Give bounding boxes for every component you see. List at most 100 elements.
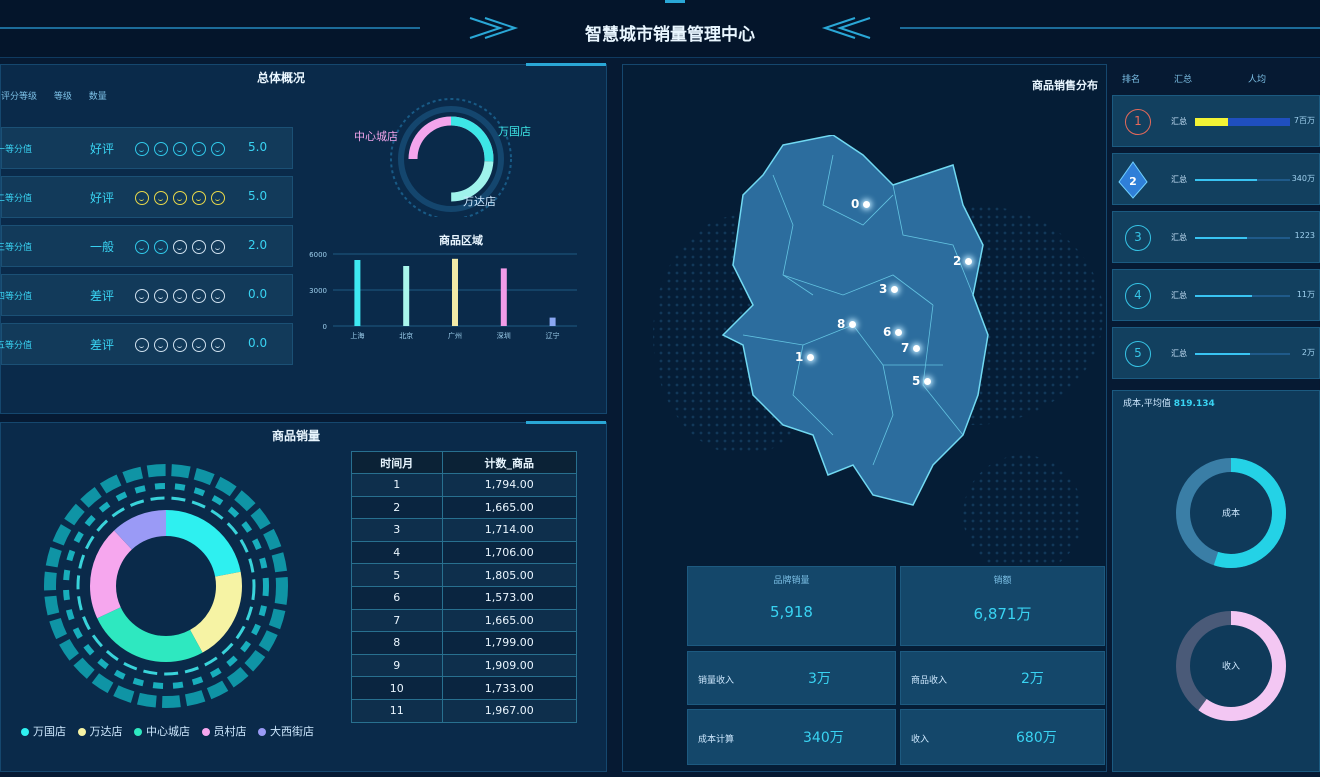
brand-sales-value: 5,918 xyxy=(770,603,813,621)
store-ring-label-center: 中心城店 xyxy=(354,130,398,143)
table-row: 11 1,967.00 xyxy=(351,698,577,723)
rating-tier: 一等分值 xyxy=(0,145,33,155)
rank-value: 340万 xyxy=(1291,174,1315,183)
rank-value: 7百万 xyxy=(1293,116,1315,125)
cost-average-text: 成本,平均值 819.134 xyxy=(1123,396,1215,409)
month-cell: 2 xyxy=(351,495,443,520)
map-pin-icon[interactable] xyxy=(849,321,856,328)
smiley-icon xyxy=(135,240,149,254)
store-ring-chart xyxy=(390,98,512,217)
header-accent xyxy=(665,0,685,3)
ranking-row: 5 汇总 2万 xyxy=(1112,327,1320,379)
cost-average-value: 819.134 xyxy=(1173,399,1215,409)
map-pin-icon[interactable] xyxy=(807,354,814,361)
rating-row: 三等分值 一般 2.0 xyxy=(0,225,293,267)
page-title: 智慧城市销量管理中心 xyxy=(585,25,755,45)
count-cell: 1,733.00 xyxy=(441,676,577,700)
month-cell: 4 xyxy=(351,540,443,565)
rank-badge: 4 xyxy=(1125,283,1151,309)
ranking-header-rank: 排名 xyxy=(1122,75,1141,85)
map-region-label: 3 xyxy=(879,282,888,296)
smiley-icon xyxy=(173,240,187,254)
rating-score: 5.0 xyxy=(248,189,268,203)
legend-item: 大西街店 xyxy=(258,725,314,738)
column-header-count: 数量 xyxy=(88,92,107,102)
donut-legend: 万国店 万达店 中心城店 员村店 大西街店 xyxy=(21,723,314,739)
month-cell: 5 xyxy=(351,563,443,587)
map-pin-icon[interactable] xyxy=(965,258,972,265)
region-map xyxy=(721,135,989,506)
y-tick-label: 0 xyxy=(323,323,327,331)
count-cell: 1,573.00 xyxy=(441,585,577,610)
goods-income-value: 2万 xyxy=(1021,671,1044,687)
count-cell: 1,706.00 xyxy=(441,540,577,565)
store-ring-label-wanda: 万达店 xyxy=(463,195,496,208)
month-cell: 11 xyxy=(351,698,443,723)
monthly-sales-table: 时间月 计数_商品 1 1,794.00 2 1,665.00 3 1,714.00 4 1,… xyxy=(351,451,577,723)
smiley-icon xyxy=(173,191,187,205)
store-ring-label-wanguo: 万国店 xyxy=(498,125,531,138)
month-cell: 3 xyxy=(351,518,443,542)
rank-value: 2万 xyxy=(1301,348,1315,357)
monthly-sales-table-container[interactable]: 时间月 计数_商品 1 1,794.00 2 1,665.00 3 1,714.00 4 1,… xyxy=(351,451,577,733)
cost-card: 成本计算 340万 xyxy=(687,709,896,765)
count-cell: 1,967.00 xyxy=(441,698,577,723)
smiley-icon xyxy=(192,289,206,303)
bar xyxy=(403,266,410,326)
x-tick-label: 北京 xyxy=(399,331,413,340)
region-bar-chart: 0 3000 6000 上海 北京 广州 深圳 辽宁 xyxy=(309,251,577,340)
rating-faces xyxy=(135,239,230,258)
income-value: 680万 xyxy=(1016,730,1057,746)
ranking-header-avg: 人均 xyxy=(1248,75,1267,85)
bar xyxy=(452,258,458,326)
ranking-header-total: 汇总 xyxy=(1174,75,1193,85)
overview-panel: 总体概况 评分等级 等级 数量 中心城店 万国店 万达店 商品区域 0 3000 6… xyxy=(0,63,607,414)
rating-row: 五等分值 差评 0.0 xyxy=(0,323,293,365)
rank-label: 汇总 xyxy=(1171,233,1187,242)
map-province-shape xyxy=(721,135,989,506)
map-pin-icon[interactable] xyxy=(891,286,898,293)
map-title: 商品销售分布 xyxy=(1032,79,1098,92)
brand-sales-label: 品牌销量 xyxy=(773,576,810,586)
store-donut-chart xyxy=(44,464,288,708)
table-row: 7 1,665.00 xyxy=(351,608,577,633)
table-row: 9 1,909.00 xyxy=(351,653,577,678)
count-cell: 1,794.00 xyxy=(441,473,577,497)
ranking-row: 1 汇总 7百万 xyxy=(1112,95,1320,147)
map-region-label: 7 xyxy=(901,341,910,355)
map-pin-icon[interactable] xyxy=(863,201,870,208)
rating-row: 四等分值 差评 0.0 xyxy=(0,274,293,316)
map-pin-icon[interactable] xyxy=(913,345,920,352)
map-region-label: 5 xyxy=(912,374,921,388)
ranking-row: 2 汇总 340万 xyxy=(1112,153,1320,205)
rank-label: 汇总 xyxy=(1171,117,1187,126)
rank-bar-fill xyxy=(1195,295,1252,297)
month-cell: 10 xyxy=(351,676,443,700)
svg-text:2: 2 xyxy=(1129,175,1137,188)
rating-score: 0.0 xyxy=(248,336,268,350)
count-cell: 1,665.00 xyxy=(441,608,577,633)
smiley-icon xyxy=(154,289,168,303)
sales-income-value: 3万 xyxy=(808,671,831,687)
table-row: 2 1,665.00 xyxy=(351,495,577,520)
income-card: 收入 680万 xyxy=(900,709,1105,765)
rating-tier: 二等分值 xyxy=(0,194,33,204)
map-panel: 商品销售分布 品牌销量 5,918 销额 6,871万 销量收入 3万 商品收入 xyxy=(622,64,1107,772)
rating-faces xyxy=(135,190,230,209)
map-pin-icon[interactable] xyxy=(924,378,931,385)
month-cell: 7 xyxy=(351,608,443,633)
decorative-ring xyxy=(44,464,288,708)
legend-item: 万达店 xyxy=(77,725,123,738)
overview-column-headers: 评分等级 等级 数量 xyxy=(1,89,107,102)
map-pin-icon[interactable] xyxy=(895,329,902,336)
rating-faces xyxy=(135,337,230,356)
rank-bar-fill xyxy=(1195,237,1248,239)
income-ring-label: 收入 xyxy=(1221,662,1240,672)
sales-income-label: 销量收入 xyxy=(698,676,735,686)
income-label: 收入 xyxy=(911,735,930,745)
brand-sales-card: 品牌销量 5,918 xyxy=(687,566,896,646)
x-tick-label: 辽宁 xyxy=(546,331,560,340)
rating-label: 一般 xyxy=(90,240,115,254)
rating-score: 5.0 xyxy=(248,140,268,154)
x-tick-label: 上海 xyxy=(350,331,364,340)
